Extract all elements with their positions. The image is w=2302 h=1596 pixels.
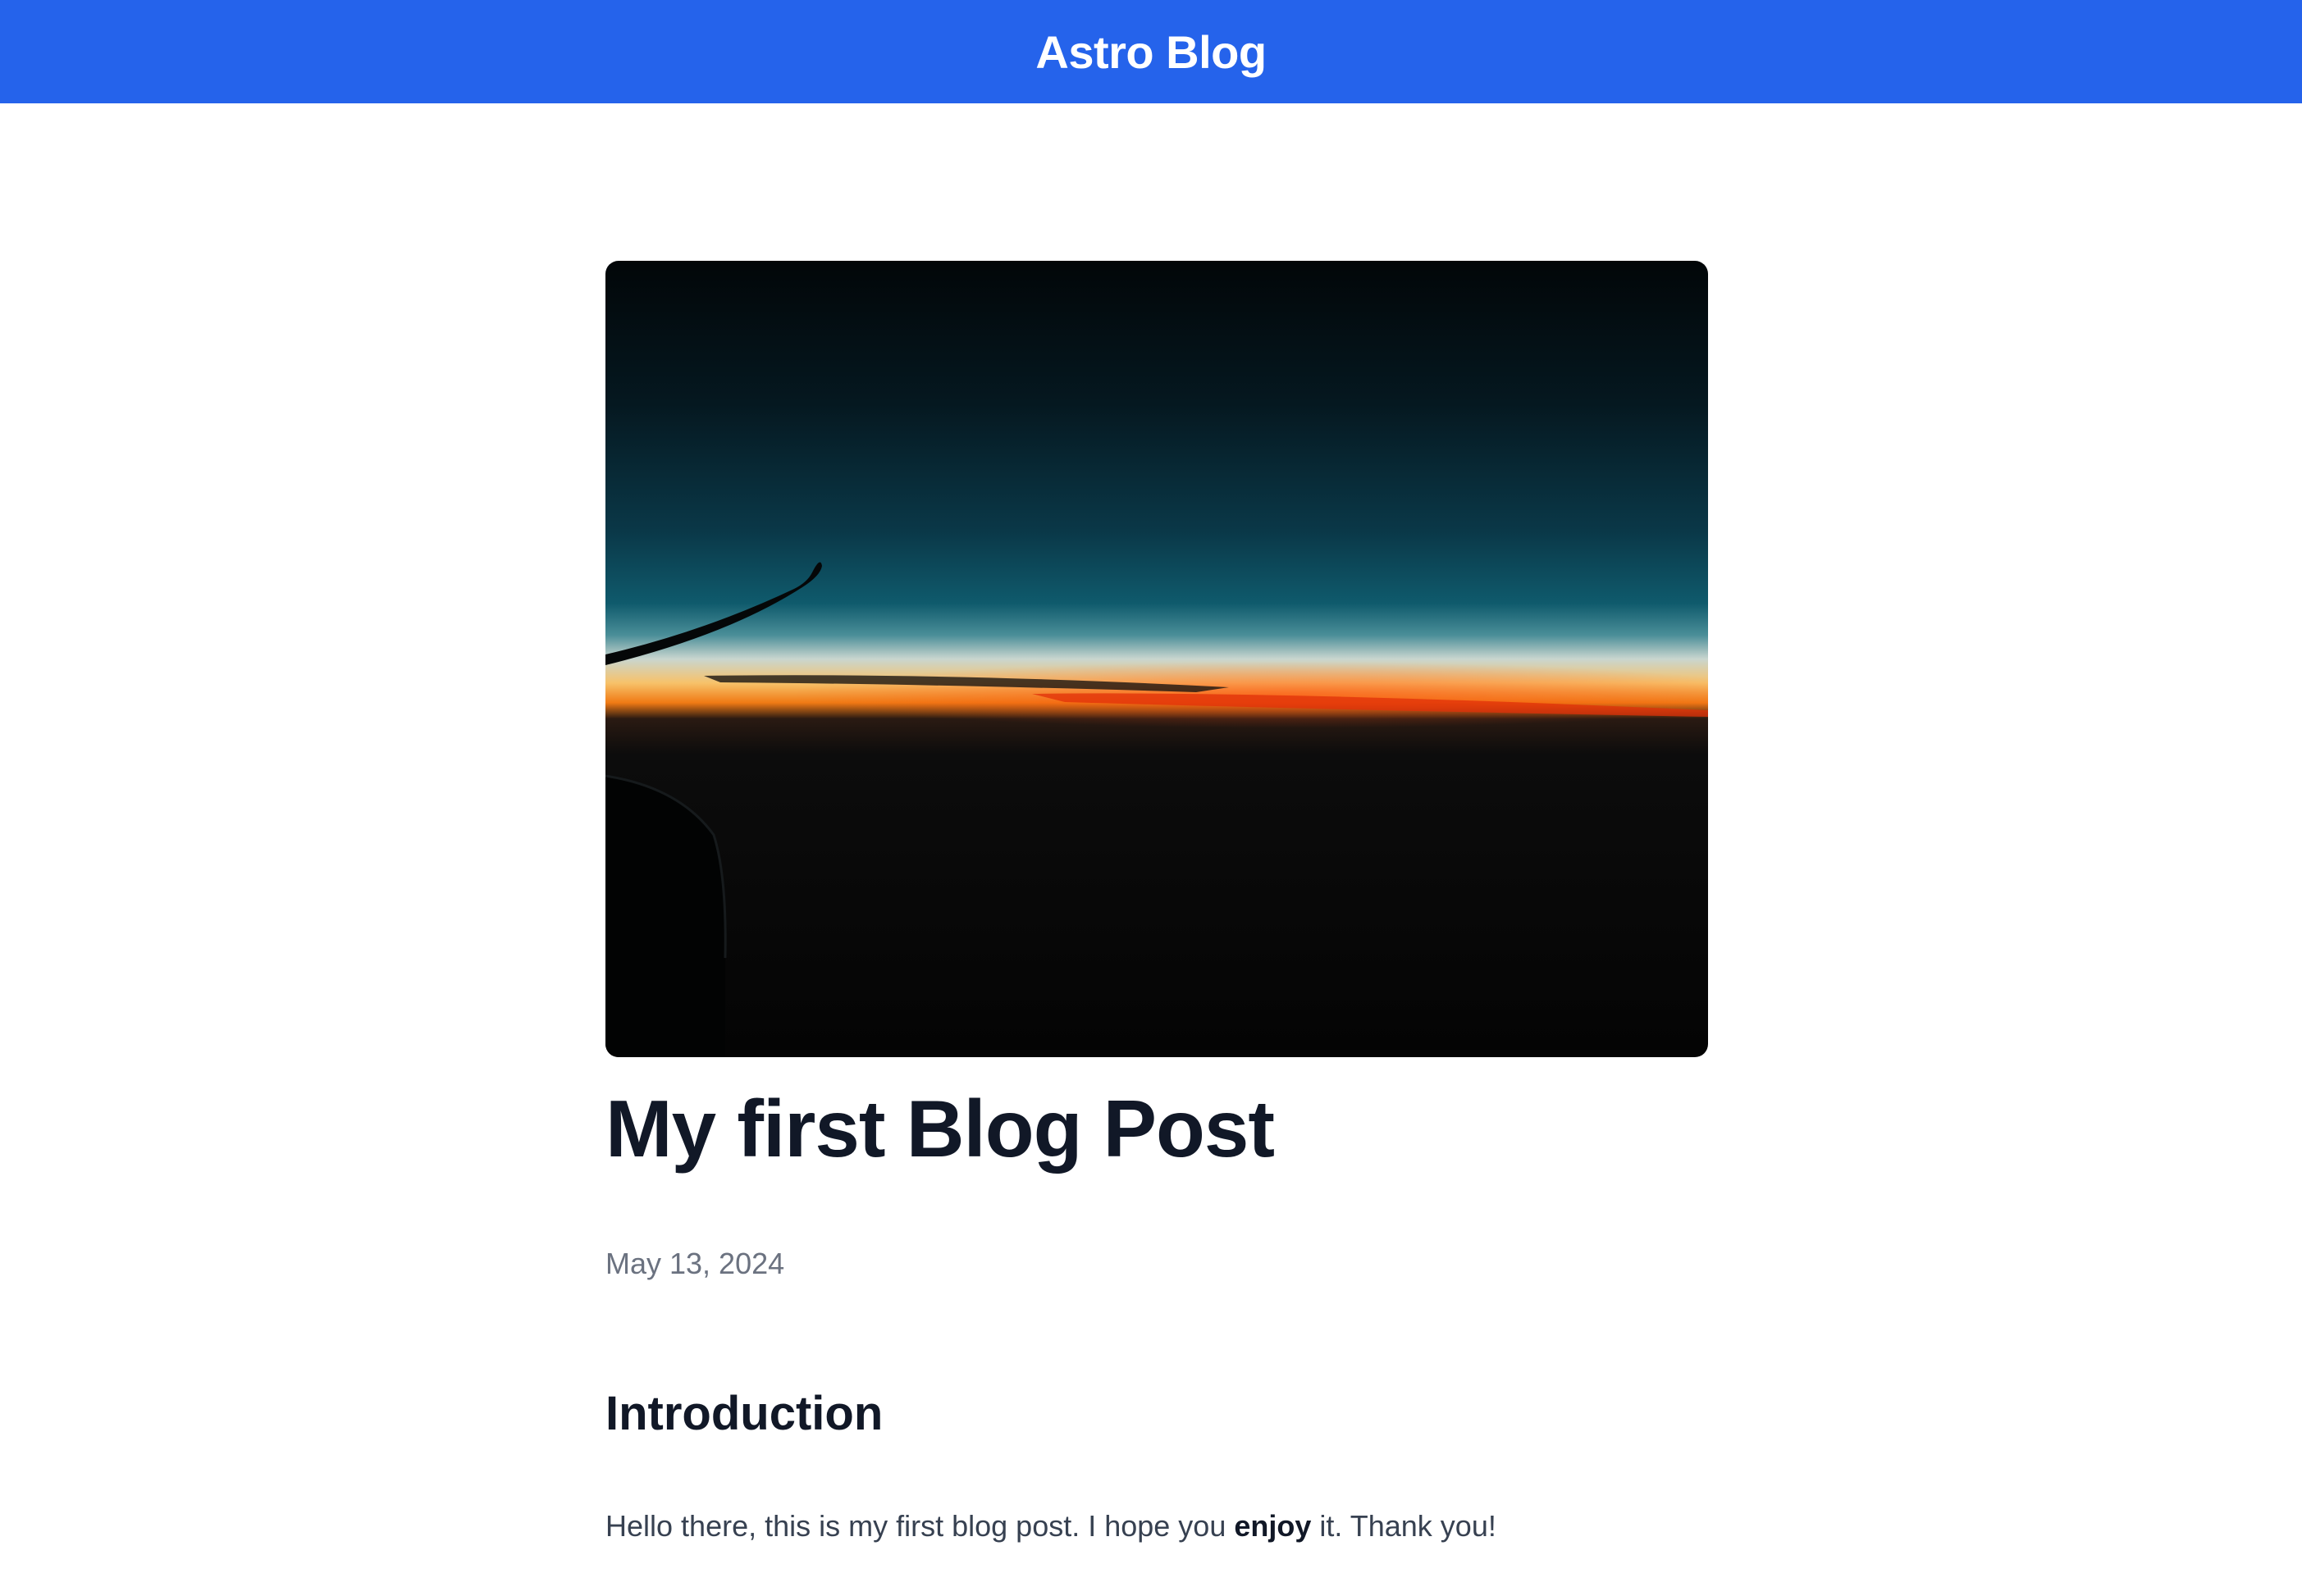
site-header: Astro Blog [0, 0, 2302, 103]
intro-text-end: it. Thank you! [1311, 1509, 1496, 1543]
intro-paragraph: Hello there, this is my first blog post.… [605, 1509, 1496, 1544]
site-title-link[interactable]: Astro Blog [1035, 25, 1267, 79]
section-heading-introduction: Introduction [605, 1387, 884, 1440]
post-date: May 13, 2024 [605, 1247, 785, 1280]
post-title: My first Blog Post [605, 1083, 1275, 1174]
intro-text-start: Hello there, this is my first blog post.… [605, 1509, 1235, 1543]
hero-image [605, 261, 1708, 1057]
intro-text-bold: enjoy [1234, 1509, 1312, 1543]
